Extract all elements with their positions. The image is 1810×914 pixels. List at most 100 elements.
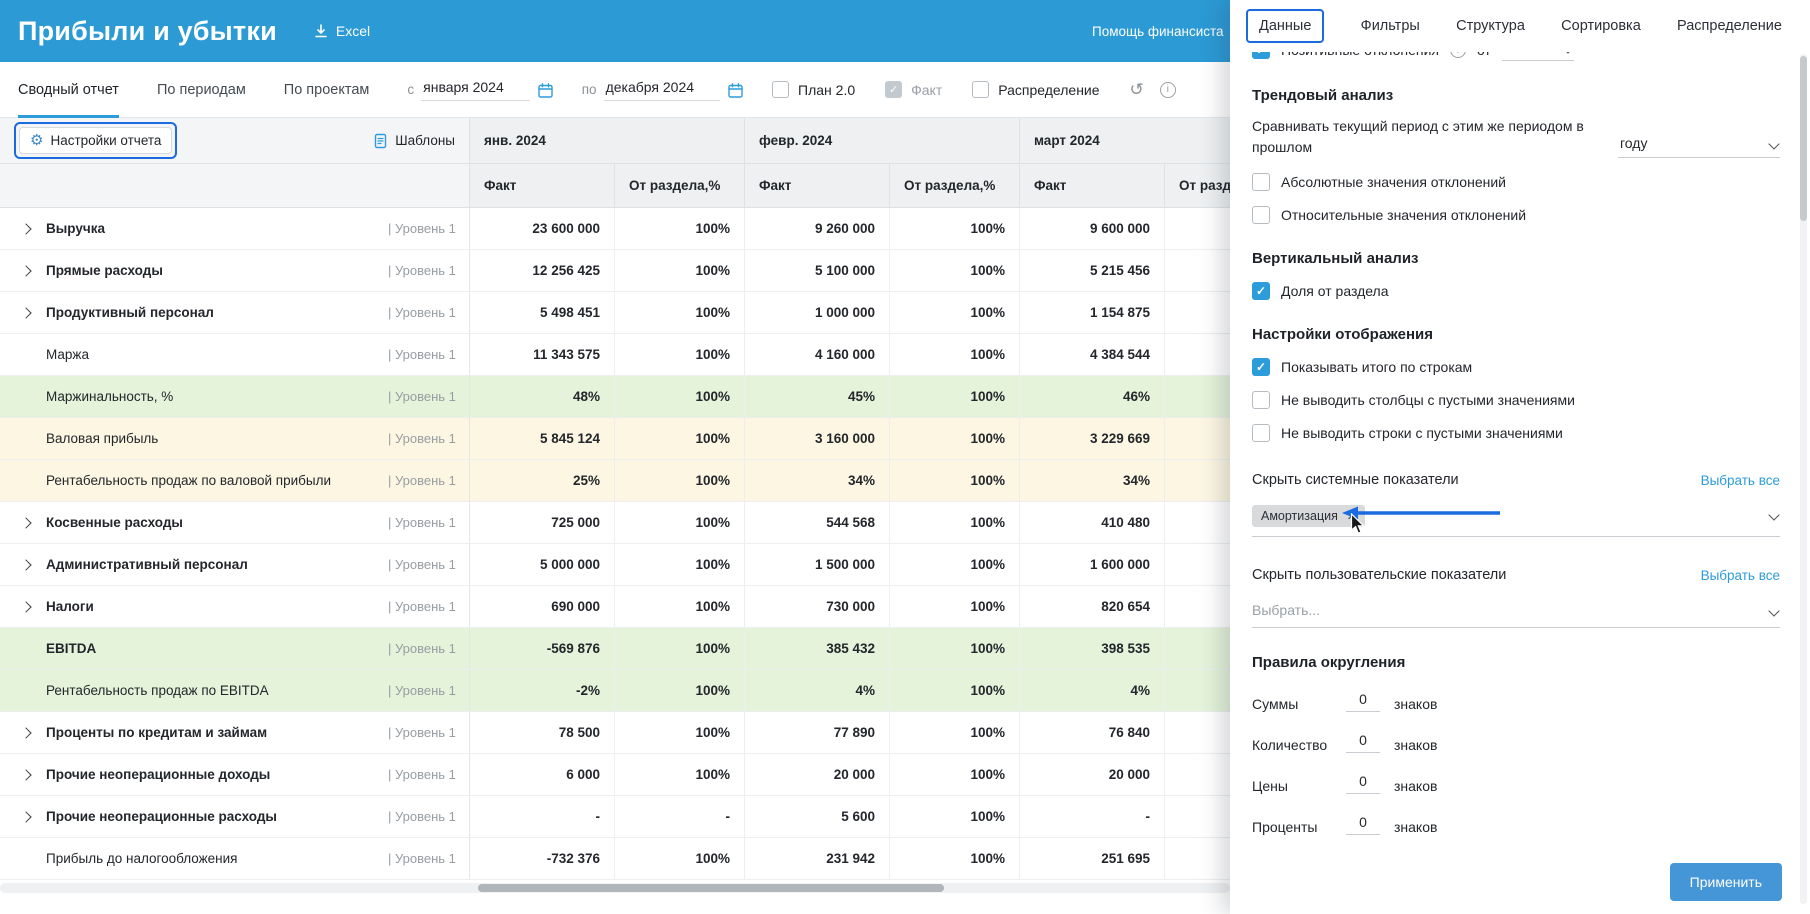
value-cell: 100% <box>890 292 1020 333</box>
value-cell: - <box>470 796 615 837</box>
row-label-cell: Прочие неоперационные доходы | Уровень 1 <box>0 754 470 795</box>
panel-scrollbar-thumb[interactable] <box>1800 56 1807 221</box>
absolute-deviations-checkbox[interactable]: Абсолютные значения отклонений <box>1252 173 1780 191</box>
chip-remove-icon[interactable]: ✕ <box>1347 510 1356 523</box>
rounding-input[interactable]: 0 <box>1346 814 1380 835</box>
tab-summary-report[interactable]: Сводный отчет <box>18 62 119 118</box>
row-label: Административный персонал <box>46 557 248 572</box>
table-row: Прибыль до налогообложения | Уровень 1 -73… <box>0 838 1295 880</box>
value-cell: 34% <box>745 460 890 501</box>
rounding-input[interactable]: 0 <box>1346 773 1380 794</box>
row-level-tag: | Уровень 1 <box>388 347 456 362</box>
hidden-user-metrics-select[interactable]: Выбрать... <box>1252 593 1780 628</box>
panel-tab-data[interactable]: Данные <box>1259 18 1311 34</box>
select-all-user-link[interactable]: Выбрать все <box>1701 568 1780 583</box>
expand-chevron-icon[interactable] <box>20 558 32 571</box>
date-to-value[interactable]: декабря 2024 <box>603 79 721 101</box>
value-cell: 100% <box>615 334 745 375</box>
date-from-value[interactable]: января 2024 <box>421 79 530 101</box>
compare-period-select[interactable]: году <box>1618 135 1780 158</box>
rounding-suffix: знаков <box>1394 696 1438 712</box>
threshold-select[interactable]: 15% <box>1501 52 1574 61</box>
hidden-system-metrics-select[interactable]: Амортизация ✕ <box>1252 498 1780 537</box>
expand-chevron-icon[interactable] <box>20 222 32 235</box>
expand-chevron-icon[interactable] <box>20 768 32 781</box>
relative-deviations-checkbox[interactable]: Относительные значения отклонений <box>1252 206 1780 224</box>
calendar-icon[interactable] <box>537 82 554 99</box>
row-level-tag: | Уровень 1 <box>388 557 456 572</box>
info-icon[interactable]: i <box>1159 81 1176 98</box>
expand-chevron-icon[interactable] <box>20 264 32 277</box>
plan-checkbox[interactable]: План 2.0 <box>772 81 855 98</box>
distribution-checkbox[interactable]: Распределение <box>972 81 1100 98</box>
hide-empty-columns-label: Не выводить столбцы с пустыми значениями <box>1281 392 1575 408</box>
value-cell: -732 376 <box>470 838 615 879</box>
report-settings-button[interactable]: ⚙ Настройки отчета <box>19 127 173 154</box>
row-label-cell: Налоги | Уровень 1 <box>0 586 470 627</box>
checkbox-unchecked-icon <box>1252 206 1270 224</box>
panel-tab-structure[interactable]: Структура <box>1456 18 1525 34</box>
panel-scrollbar[interactable] <box>1800 54 1807 904</box>
refresh-icon[interactable]: ↺ <box>1130 81 1144 98</box>
show-totals-checkbox[interactable]: ✓ Показывать итого по строкам <box>1252 358 1780 376</box>
value-cell: 385 432 <box>745 628 890 669</box>
value-cell: 100% <box>615 376 745 417</box>
row-level-tag: | Уровень 1 <box>388 767 456 782</box>
annotation-box-settings: ⚙ Настройки отчета <box>14 122 178 159</box>
horizontal-scrollbar-thumb[interactable] <box>478 884 944 892</box>
rounding-input[interactable]: 0 <box>1346 732 1380 753</box>
table-row: Прямые расходы | Уровень 1 12 256 425 100% 5… <box>0 250 1295 292</box>
value-cell: 78 500 <box>470 712 615 753</box>
row-level-tag: | Уровень 1 <box>388 641 456 656</box>
expand-chevron-icon[interactable] <box>20 600 32 613</box>
rounding-input[interactable]: 0 <box>1346 691 1380 712</box>
panel-tab-sorting[interactable]: Сортировка <box>1561 18 1641 34</box>
value-cell: 100% <box>615 712 745 753</box>
expand-chevron-icon[interactable] <box>20 516 32 529</box>
select-all-system-link[interactable]: Выбрать все <box>1701 473 1780 488</box>
table-row: Рентабельность продаж по EBITDA | Уровень… <box>0 670 1295 712</box>
date-to-field[interactable]: по декабря 2024 <box>582 79 744 101</box>
expand-chevron-icon[interactable] <box>20 810 32 823</box>
value-cell: 9 600 000 <box>1020 208 1165 249</box>
help-link[interactable]: Помощь финансиста <box>1092 24 1224 39</box>
tab-by-projects[interactable]: По проектам <box>284 62 370 118</box>
positive-deviations-checkbox[interactable]: ✓ Позитивные отклонения <box>1252 52 1439 59</box>
tab-by-periods[interactable]: По периодам <box>157 62 246 118</box>
expand-chevron-icon[interactable] <box>20 726 32 739</box>
row-label-cell: Прямые расходы | Уровень 1 <box>0 250 470 291</box>
templates-button[interactable]: Шаблоны <box>373 133 455 149</box>
panel-tab-filters[interactable]: Фильтры <box>1361 18 1420 34</box>
excel-export-button[interactable]: Excel <box>313 23 370 39</box>
hide-empty-rows-checkbox[interactable]: Не выводить строки с пустыми значениями <box>1252 424 1780 442</box>
value-cell: 34% <box>1020 460 1165 501</box>
rounding-label: Проценты <box>1252 819 1318 835</box>
horizontal-scrollbar[interactable] <box>0 883 1230 893</box>
row-label: Валовая прибыль <box>46 431 159 446</box>
rounding-row-percents: Проценты 0 знаков <box>1252 814 1780 835</box>
chevron-down-icon <box>1768 508 1780 521</box>
hide-empty-columns-checkbox[interactable]: Не выводить столбцы с пустыми значениями <box>1252 391 1780 409</box>
row-level-tag: | Уровень 1 <box>388 683 456 698</box>
value-cell: 100% <box>615 544 745 585</box>
row-level-tag: | Уровень 1 <box>388 431 456 446</box>
apply-button[interactable]: Применить <box>1669 863 1782 901</box>
table-row: Косвенные расходы | Уровень 1 725 000 100% 5… <box>0 502 1295 544</box>
value-cell: 5 498 451 <box>470 292 615 333</box>
date-to-prefix: по <box>581 81 597 97</box>
compare-period-value: году <box>1620 135 1648 151</box>
table-row: Выручка | Уровень 1 23 600 000 100% 9 260 00… <box>0 208 1295 250</box>
value-cell: 100% <box>890 460 1020 501</box>
panel-tab-distribution[interactable]: Распределение <box>1677 18 1782 34</box>
select-placeholder: Выбрать... <box>1252 602 1321 618</box>
templates-label: Шаблоны <box>395 133 455 148</box>
value-cell: 544 568 <box>745 502 890 543</box>
date-from-field[interactable]: с января 2024 <box>407 79 553 101</box>
expand-chevron-icon[interactable] <box>20 306 32 319</box>
month-column-header: февр. 2024 <box>745 118 1020 163</box>
fact-checkbox[interactable]: ✓ Факт <box>885 81 942 98</box>
calendar-icon[interactable] <box>727 82 744 99</box>
checkbox-checked-icon: ✓ <box>1252 52 1270 59</box>
value-cell: 100% <box>890 754 1020 795</box>
section-share-checkbox[interactable]: ✓ Доля от раздела <box>1252 282 1780 300</box>
